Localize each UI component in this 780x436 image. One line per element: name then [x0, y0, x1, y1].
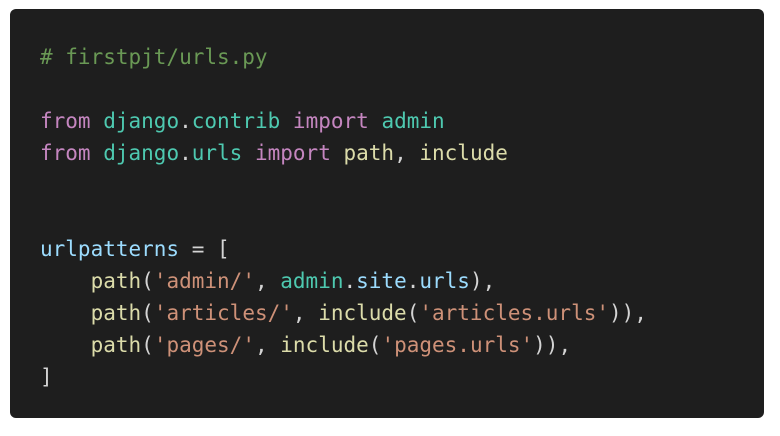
code-token-punct: )),: [533, 333, 572, 357]
code-token-module: admin: [381, 109, 445, 133]
code-token-module: django: [103, 141, 180, 165]
code-line: ]: [40, 361, 647, 393]
code-token-string: 'articles.urls': [419, 301, 610, 325]
code-token-punct: .: [179, 141, 192, 165]
code-line: from django.contrib import admin: [40, 105, 647, 137]
code-token-func: include: [280, 333, 369, 357]
code-token-func: path: [90, 269, 142, 293]
code-token-punct: (: [141, 333, 154, 357]
code-token-module: admin: [280, 269, 344, 293]
code-token-punct: [40, 269, 91, 293]
code-token-punct: [40, 333, 91, 357]
code-line: path('articles/', include('articles.urls…: [40, 297, 647, 329]
code-token-string: 'articles/': [153, 301, 293, 325]
code-token-punct: [280, 109, 293, 133]
code-token-punct: ,: [394, 141, 420, 165]
code-token-func: include: [318, 301, 407, 325]
code-token-name: urls: [419, 269, 470, 293]
code-token-punct: )),: [609, 301, 647, 325]
code-token-module: django: [103, 109, 180, 133]
code-token-name: site: [356, 269, 407, 293]
code-token-punct: .: [179, 109, 192, 133]
code-token-punct: = [: [179, 237, 230, 261]
code-line: # firstpjt/urls.py: [40, 41, 647, 73]
code-token-func: path: [90, 301, 142, 325]
code-token-punct: ,: [254, 269, 281, 293]
code-token-punct: [91, 109, 104, 133]
code-token-punct: (: [406, 301, 420, 325]
code-token-func: include: [419, 141, 508, 165]
code-token-module: urls: [191, 141, 243, 165]
code-line: path('admin/', admin.site.urls),: [40, 265, 647, 297]
code-line: urlpatterns = [: [40, 233, 647, 265]
code-block: # firstpjt/urls.py from django.contrib im…: [40, 41, 647, 393]
code-token-name: urlpatterns: [40, 237, 180, 261]
code-token-punct: [91, 141, 104, 165]
code-token-keyword: from: [40, 141, 91, 165]
code-token-string: 'pages/': [153, 333, 255, 357]
code-token-punct: [40, 301, 91, 325]
code-token-punct: (: [141, 269, 154, 293]
code-line: from django.urls import path, include: [40, 137, 647, 169]
code-token-punct: [242, 141, 255, 165]
code-token-punct: [331, 141, 344, 165]
code-token-func: path: [90, 333, 142, 357]
code-token-punct: .: [343, 269, 357, 293]
code-token-string: 'pages.urls': [381, 333, 534, 357]
code-token-comment: # firstpjt/urls.py: [40, 45, 268, 69]
code-token-punct: (: [141, 301, 154, 325]
code-token-punct: (: [368, 333, 382, 357]
code-panel: # firstpjt/urls.py from django.contrib im…: [10, 9, 764, 418]
code-token-punct: ,: [292, 301, 319, 325]
code-token-punct: .: [406, 269, 420, 293]
code-token-func: path: [343, 141, 395, 165]
code-token-punct: ),: [469, 269, 496, 293]
code-token-keyword: from: [40, 109, 91, 133]
code-token-punct: ,: [254, 333, 281, 357]
code-token-keyword: import: [292, 109, 369, 133]
code-token-punct: [369, 109, 382, 133]
code-token-keyword: import: [254, 141, 331, 165]
code-token-punct: ]: [40, 365, 53, 389]
code-token-module: contrib: [191, 109, 281, 133]
code-token-string: 'admin/': [153, 269, 255, 293]
code-line: path('pages/', include('pages.urls')),: [40, 329, 647, 361]
